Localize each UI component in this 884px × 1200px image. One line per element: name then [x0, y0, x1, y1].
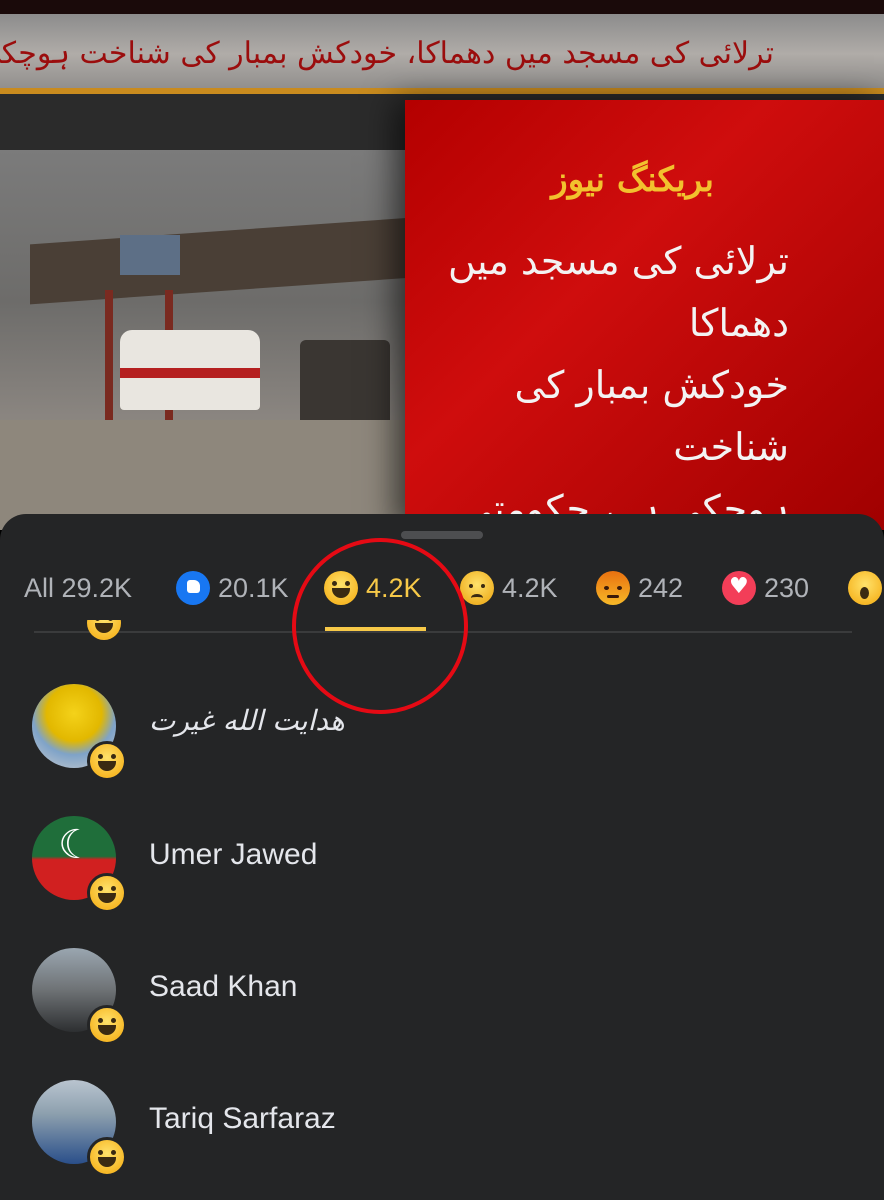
- person-name[interactable]: Tariq Sarfaraz: [149, 1102, 336, 1136]
- person-name[interactable]: Umer Jawed: [149, 838, 317, 872]
- shelter-roof: [30, 215, 440, 305]
- shelter-sign: [120, 235, 180, 275]
- headline-ticker: ترلائی کی مسجد میں دھماکا، خودکش بمبار ک…: [0, 14, 884, 94]
- like-icon: [176, 571, 210, 605]
- tab-angry[interactable]: 242: [596, 568, 683, 608]
- sheet-drag-handle[interactable]: [401, 531, 483, 539]
- person-name[interactable]: هدایت الله غیرت: [149, 704, 345, 737]
- breaking-news-label: بریکنگ نیوز: [551, 160, 714, 200]
- tab-count: 20.1K: [218, 573, 289, 603]
- news-scene-photo: [0, 150, 450, 530]
- tab-count: 230: [764, 573, 810, 603]
- love-icon: [722, 571, 756, 605]
- breaking-news-panel: بریکنگ نیوز ترلائی کی مسجد میں دھماکا خو…: [405, 100, 884, 530]
- headline-text: ترلائی کی مسجد میں دھماکا، خودکش بمبار ک…: [0, 36, 774, 71]
- haha-icon: [87, 1005, 127, 1045]
- news-image: ترلائی کی مسجد میں دھماکا، خودکش بمبار ک…: [0, 0, 884, 530]
- wow-icon: [848, 571, 882, 605]
- person-name[interactable]: Saad Khan: [149, 970, 297, 1004]
- tab-sad[interactable]: 4.2K: [460, 568, 558, 608]
- top-strip: [0, 0, 884, 14]
- ambulance-stripe: [120, 368, 260, 378]
- list-item[interactable]: Umer Jawed: [0, 806, 884, 916]
- panel-line: خودکش بمبار کی شناخت: [514, 363, 789, 469]
- tab-all[interactable]: All 29.2K: [24, 568, 132, 608]
- haha-icon: [87, 873, 127, 913]
- tab-count: 4.2K: [502, 573, 558, 603]
- haha-icon: [87, 1137, 127, 1177]
- list-item[interactable]: Tariq Sarfaraz: [0, 1070, 884, 1180]
- tab-label: All 29.2K: [24, 573, 133, 603]
- tab-love[interactable]: 230: [722, 568, 809, 608]
- sad-icon: [460, 571, 494, 605]
- list-item[interactable]: هدایت الله غیرت: [0, 674, 884, 784]
- list-item[interactable]: Saad Khan: [0, 938, 884, 1048]
- tab-like[interactable]: 20.1K: [176, 568, 289, 608]
- tab-wow[interactable]: [848, 568, 882, 608]
- angry-icon: [596, 571, 630, 605]
- haha-icon: [87, 741, 127, 781]
- haha-icon: [87, 620, 121, 640]
- ambulance: [120, 330, 260, 410]
- tab-count: 242: [638, 573, 684, 603]
- panel-line: ترلائی کی مسجد میں دھماکا: [448, 239, 789, 345]
- panel-text: ترلائی کی مسجد میں دھماکا خودکش بمبار کی…: [429, 230, 789, 530]
